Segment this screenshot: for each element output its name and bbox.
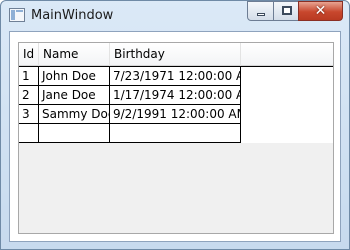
window-title: MainWindow <box>31 8 114 23</box>
window-client-area: Id Name Birthday 1 John Doe 7/23/1971 12… <box>9 31 341 242</box>
cell-id[interactable]: 1 <box>19 67 39 86</box>
new-item-row[interactable] <box>19 124 333 143</box>
cell-birthday[interactable]: 7/23/1971 12:00:00 AM <box>110 67 241 86</box>
maximize-button[interactable] <box>273 1 299 21</box>
table-row[interactable]: 1 John Doe 7/23/1971 12:00:00 AM <box>19 67 333 86</box>
cell-id[interactable]: 3 <box>19 105 39 124</box>
cell-name[interactable]: Sammy Doe <box>39 105 110 124</box>
column-header-name[interactable]: Name <box>39 43 110 66</box>
new-cell-name[interactable] <box>39 124 110 143</box>
main-window: MainWindow ✕ Id Name Birthday 1 John Doe… <box>0 0 350 250</box>
column-header-birthday[interactable]: Birthday <box>110 43 241 66</box>
maximize-icon <box>282 6 292 15</box>
close-icon: ✕ <box>314 3 327 19</box>
table-row[interactable]: 3 Sammy Doe 9/2/1991 12:00:00 AM <box>19 105 333 124</box>
new-cell-id[interactable] <box>19 124 39 143</box>
cell-id[interactable]: 2 <box>19 86 39 105</box>
minimize-button[interactable] <box>247 1 274 21</box>
data-grid[interactable]: Id Name Birthday 1 John Doe 7/23/1971 12… <box>18 42 334 234</box>
cell-name[interactable]: John Doe <box>39 67 110 86</box>
table-row[interactable]: 2 Jane Doe 1/17/1974 12:00:00 AM <box>19 86 333 105</box>
cell-birthday[interactable]: 1/17/1974 12:00:00 AM <box>110 86 241 105</box>
title-bar[interactable]: MainWindow ✕ <box>1 1 349 31</box>
close-button[interactable]: ✕ <box>298 1 343 21</box>
column-header-row: Id Name Birthday <box>19 43 333 66</box>
window-app-icon[interactable] <box>9 8 25 22</box>
cell-birthday[interactable]: 9/2/1991 12:00:00 AM <box>110 105 241 124</box>
cell-name[interactable]: Jane Doe <box>39 86 110 105</box>
minimize-icon <box>257 13 265 16</box>
new-cell-birthday[interactable] <box>110 124 241 143</box>
caption-buttons: ✕ <box>247 1 343 21</box>
column-header-id[interactable]: Id <box>19 43 39 66</box>
column-header-filler <box>241 43 333 66</box>
